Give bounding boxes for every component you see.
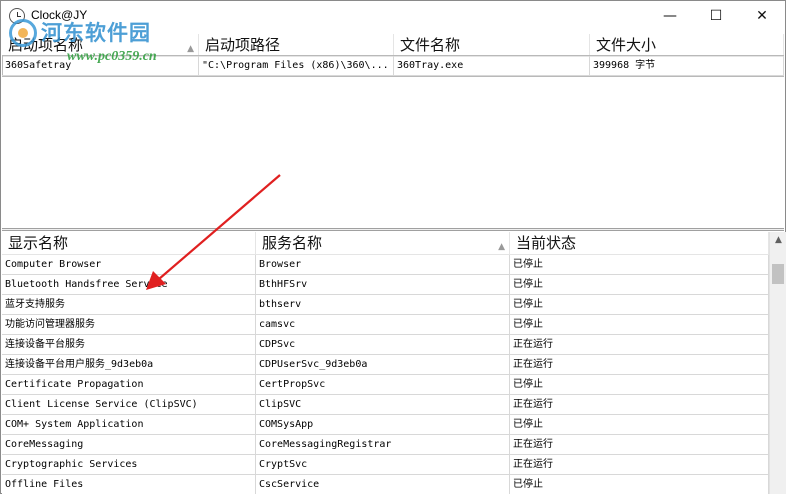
table-row[interactable]: 360Safetray "C:\Program Files (x86)\360\… bbox=[2, 56, 784, 76]
close-button[interactable]: ✕ bbox=[739, 1, 785, 31]
clock-icon bbox=[9, 8, 25, 24]
cell-display-name: Computer Browser bbox=[2, 255, 256, 275]
column-header-label: 服务名称 bbox=[262, 234, 323, 252]
window-title: Clock@JY bbox=[31, 8, 88, 22]
app-window: Clock@JY — ☐ ✕ 启动项名称 ▲ 启动项路径 文件名称 文件大小 3… bbox=[0, 0, 786, 494]
column-header-label: 启动项名称 bbox=[8, 36, 84, 54]
cell-service-name: CertPropSvc bbox=[256, 375, 510, 395]
cell-status: 已停止 bbox=[510, 255, 769, 275]
column-header-display-name[interactable]: 显示名称 bbox=[2, 232, 256, 254]
table-row[interactable]: Client License Service (ClipSVC) ClipSVC 正… bbox=[2, 395, 769, 415]
cell-status: 已停止 bbox=[510, 275, 769, 295]
table-row[interactable]: Computer Browser Browser 已停止 bbox=[2, 255, 769, 275]
cell-service-name: CDPUserSvc_9d3eb0a bbox=[256, 355, 510, 375]
sort-up-icon: ▲ bbox=[187, 44, 194, 54]
cell-service-name: COMSysApp bbox=[256, 415, 510, 435]
column-header-status[interactable]: 当前状态 bbox=[510, 232, 769, 254]
sort-up-icon: ▲ bbox=[498, 242, 505, 252]
column-header-file-size[interactable]: 文件大小 bbox=[590, 34, 784, 56]
table-row[interactable]: COM+ System Application COMSysApp 已停止 bbox=[2, 415, 769, 435]
column-header-service-name[interactable]: 服务名称 ▲ bbox=[256, 232, 510, 254]
cell-service-name: BthHFSrv bbox=[256, 275, 510, 295]
cell-display-name: 功能访问管理器服务 bbox=[2, 315, 256, 335]
cell-status: 已停止 bbox=[510, 415, 769, 435]
cell-display-name: 连接设备平台服务 bbox=[2, 335, 256, 355]
table-row[interactable]: 功能访问管理器服务 camsvc 已停止 bbox=[2, 315, 769, 335]
vertical-scrollbar[interactable]: ▲ bbox=[769, 232, 786, 494]
column-header-file-name[interactable]: 文件名称 bbox=[394, 34, 590, 56]
cell-status: 正在运行 bbox=[510, 395, 769, 415]
table-row[interactable]: Cryptographic Services CryptSvc 正在运行 bbox=[2, 455, 769, 475]
cell-display-name: COM+ System Application bbox=[2, 415, 256, 435]
title-bar[interactable]: Clock@JY — ☐ ✕ bbox=[1, 1, 785, 32]
table-row[interactable]: CoreMessaging CoreMessagingRegistrar 正在运行 bbox=[2, 435, 769, 455]
cell-display-name: Cryptographic Services bbox=[2, 455, 256, 475]
minimize-button[interactable]: — bbox=[647, 1, 693, 31]
cell-service-name: CryptSvc bbox=[256, 455, 510, 475]
cell-status: 已停止 bbox=[510, 375, 769, 395]
cell-status: 已停止 bbox=[510, 295, 769, 315]
cell-service-name: bthserv bbox=[256, 295, 510, 315]
cell-display-name: Bluetooth Handsfree Service bbox=[2, 275, 256, 295]
cell-display-name: Certificate Propagation bbox=[2, 375, 256, 395]
cell-startup-path: "C:\Program Files (x86)\360\... bbox=[199, 56, 394, 76]
table-row[interactable]: Certificate Propagation CertPropSvc 已停止 bbox=[2, 375, 769, 395]
table-row[interactable]: 连接设备平台服务 CDPSvc 正在运行 bbox=[2, 335, 769, 355]
scroll-thumb[interactable] bbox=[772, 264, 784, 284]
cell-status: 已停止 bbox=[510, 315, 769, 335]
cell-service-name: CscService bbox=[256, 475, 510, 494]
cell-service-name: CoreMessagingRegistrar bbox=[256, 435, 510, 455]
cell-status: 正在运行 bbox=[510, 435, 769, 455]
cell-display-name: Client License Service (ClipSVC) bbox=[2, 395, 256, 415]
table-row[interactable]: Offline Files CscService 已停止 bbox=[2, 475, 769, 494]
pane-splitter[interactable] bbox=[2, 228, 784, 231]
cell-status: 已停止 bbox=[510, 475, 769, 494]
cell-service-name: camsvc bbox=[256, 315, 510, 335]
services-list-view[interactable]: 显示名称 服务名称 ▲ 当前状态 Computer Browser Browser… bbox=[2, 232, 786, 494]
cell-startup-name: 360Safetray bbox=[2, 56, 199, 76]
table-row[interactable]: Bluetooth Handsfree Service BthHFSrv 已停止 bbox=[2, 275, 769, 295]
cell-display-name: 蓝牙支持服务 bbox=[2, 295, 256, 315]
table-row[interactable]: 蓝牙支持服务 bthserv 已停止 bbox=[2, 295, 769, 315]
cell-display-name: 连接设备平台用户服务_9d3eb0a bbox=[2, 355, 256, 375]
cell-file-name: 360Tray.exe bbox=[394, 56, 590, 76]
cell-service-name: Browser bbox=[256, 255, 510, 275]
cell-service-name: ClipSVC bbox=[256, 395, 510, 415]
cell-file-size: 399968 字节 bbox=[590, 56, 784, 76]
cell-service-name: CDPSvc bbox=[256, 335, 510, 355]
cell-display-name: CoreMessaging bbox=[2, 435, 256, 455]
column-header-startup-path[interactable]: 启动项路径 bbox=[199, 34, 394, 56]
cell-status: 正在运行 bbox=[510, 335, 769, 355]
startup-list-view[interactable]: 启动项名称 ▲ 启动项路径 文件名称 文件大小 360Safetray "C:\… bbox=[2, 34, 784, 227]
column-header-startup-name[interactable]: 启动项名称 ▲ bbox=[2, 34, 199, 56]
cell-status: 正在运行 bbox=[510, 455, 769, 475]
cell-display-name: Offline Files bbox=[2, 475, 256, 494]
cell-status: 正在运行 bbox=[510, 355, 769, 375]
table-row[interactable]: 连接设备平台用户服务_9d3eb0a CDPUserSvc_9d3eb0a 正在运行 bbox=[2, 355, 769, 375]
scroll-up-arrow-icon[interactable]: ▲ bbox=[770, 232, 786, 249]
maximize-button[interactable]: ☐ bbox=[693, 1, 739, 31]
